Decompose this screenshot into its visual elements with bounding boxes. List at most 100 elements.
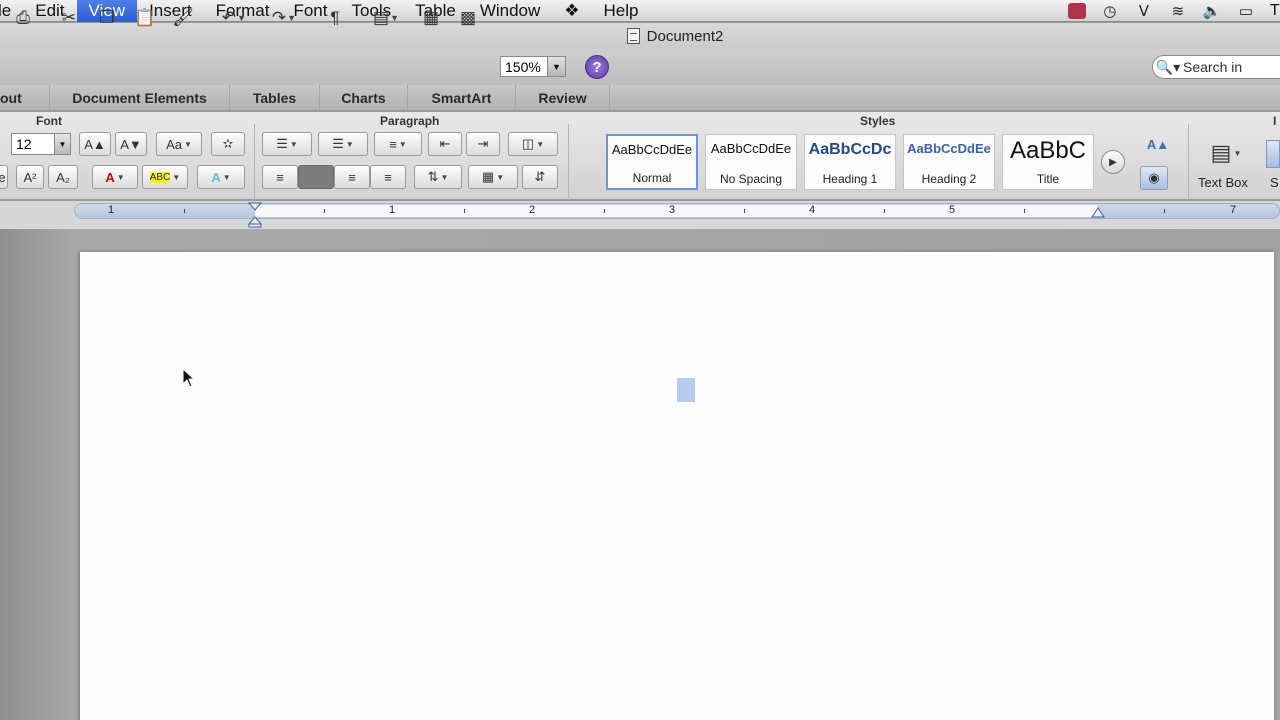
subscript-icon[interactable]: A₂	[48, 165, 78, 189]
numbering-icon[interactable]: ☰ ▼	[318, 132, 368, 156]
menu-clock[interactable]: Tu	[1270, 2, 1280, 20]
text-selection	[677, 378, 695, 402]
align-center-icon[interactable]	[298, 165, 334, 189]
style-heading-2[interactable]: AaBbCcDdEe Heading 2	[903, 134, 995, 190]
superscript-icon[interactable]: A²	[16, 165, 44, 189]
tab-review[interactable]: Review	[516, 85, 610, 110]
tab-tables[interactable]: Tables	[230, 85, 320, 110]
text-box-label[interactable]: Text Box	[1198, 175, 1248, 190]
paragraph-group-label: Paragraph	[380, 114, 440, 128]
ruler-number: 1	[108, 204, 115, 216]
ribbon-divider	[254, 124, 255, 200]
line-spacing-icon[interactable]: ⇅ ▼	[414, 165, 462, 189]
columns-icon[interactable]: ◫ ▼	[508, 132, 558, 156]
style-sample: AaBbCcDdEe	[710, 141, 792, 156]
status-menus: ◷ ᐯ ≋ 🔈 ▭ Tu	[1067, 2, 1280, 20]
text-direction-icon[interactable]: ⇵	[522, 165, 558, 189]
ruler-number: 3	[669, 204, 676, 216]
wifi-icon[interactable]: ≋	[1168, 3, 1188, 20]
toolbox-icon[interactable]: ▩	[455, 6, 481, 30]
multilevel-list-icon[interactable]: ≡ ▼	[374, 132, 422, 156]
ruler-number: 2	[529, 204, 536, 216]
search-icon[interactable]: 🔍▾	[1153, 59, 1183, 76]
search-input[interactable]: 🔍▾ Search in	[1152, 55, 1280, 79]
paste-icon[interactable]: 📋	[132, 6, 158, 30]
tab-smartart[interactable]: SmartArt	[408, 85, 516, 110]
style-name: Heading 1	[822, 172, 878, 186]
text-effects-icon[interactable]: A ▼	[197, 165, 245, 189]
style-no-spacing[interactable]: AaBbCcDdEe No Spacing	[705, 134, 797, 190]
manage-styles-icon[interactable]: A▲	[1138, 132, 1178, 156]
ruler-tick	[604, 209, 605, 213]
zoom-value: 150%	[505, 58, 541, 75]
view-icon[interactable]: ▤ ▼	[366, 6, 406, 30]
style-set-icon[interactable]: ◉	[1140, 166, 1168, 190]
align-right-icon[interactable]: ≡	[334, 165, 370, 189]
ruler-tick	[744, 209, 745, 213]
chevron-down-icon[interactable]: ▼	[54, 134, 70, 154]
highlight-icon[interactable]: ABC ▼	[142, 165, 188, 189]
tab-document-elements[interactable]: Document Elements	[50, 85, 230, 110]
ribbon-divider	[568, 124, 569, 200]
bullets-icon[interactable]: ☰ ▼	[262, 132, 312, 156]
bluetooth-icon[interactable]: ᐯ	[1134, 3, 1154, 20]
ruler-number: 4	[809, 204, 816, 216]
style-name: Normal	[632, 171, 672, 185]
borders-icon[interactable]: ▦ ▼	[468, 165, 518, 189]
zoom-select[interactable]: 150% ▼	[500, 56, 566, 77]
format-painter-icon[interactable]: 🖌	[170, 6, 196, 30]
font-color-icon[interactable]: A ▼	[92, 165, 138, 189]
decrease-indent-icon[interactable]: ⇤	[428, 132, 462, 156]
ribbon-tabs: out Document Elements Tables Charts Smar…	[0, 85, 1280, 111]
redo-icon[interactable]: ↷ ▼	[264, 6, 304, 30]
shape-label[interactable]: S	[1270, 175, 1279, 190]
menu-help[interactable]: Help	[592, 0, 651, 22]
document-page[interactable]	[80, 252, 1274, 720]
copy-icon[interactable]: ❐	[94, 6, 120, 30]
font-size-select[interactable]: 12 ▼	[11, 133, 71, 155]
search-placeholder: Search in	[1183, 59, 1243, 75]
chevron-down-icon[interactable]: ▼	[547, 57, 565, 76]
change-case-button[interactable]: Aa ▼	[156, 132, 202, 156]
volume-icon[interactable]: 🔈	[1202, 3, 1222, 20]
align-left-icon[interactable]: ≡	[262, 165, 298, 189]
battery-icon[interactable]: ▭	[1236, 3, 1256, 20]
text-box-icon[interactable]: ▤ ▼	[1198, 138, 1254, 168]
mouse-cursor-icon	[182, 368, 196, 388]
window-title: Document2	[646, 27, 724, 45]
style-name: No Spacing	[719, 172, 783, 186]
style-heading-1[interactable]: AaBbCcDc Heading 1	[804, 134, 896, 190]
style-sample: AaBbCcDdEe	[611, 142, 693, 157]
insert-group-label: I	[1273, 114, 1277, 128]
increase-indent-icon[interactable]: ⇥	[466, 132, 500, 156]
app-status-icon[interactable]	[1067, 2, 1086, 19]
justify-icon[interactable]: ≡	[370, 165, 406, 189]
ruler-tick	[884, 209, 885, 213]
style-name: Heading 2	[921, 172, 977, 186]
clear-formatting-icon[interactable]: ✫	[211, 132, 245, 156]
style-sample: AaBbC	[1009, 137, 1087, 164]
font-size-value: 12	[16, 136, 32, 152]
script-menu-icon[interactable]: ❖	[552, 0, 591, 22]
time-machine-icon[interactable]: ◷	[1100, 3, 1120, 20]
sidebar-icon[interactable]: ▦	[418, 6, 444, 30]
tab-layout[interactable]: out	[0, 85, 50, 110]
gallery-next-icon[interactable]: ▶	[1101, 150, 1125, 174]
grow-font-button[interactable]: A▲	[79, 132, 111, 156]
style-sample: AaBbCcDc	[808, 141, 892, 158]
style-name: Title	[1036, 172, 1060, 186]
right-indent-marker[interactable]	[1090, 205, 1106, 219]
shape-icon[interactable]	[1266, 140, 1280, 168]
style-normal[interactable]: AaBbCcDdEe Normal	[606, 134, 698, 190]
undo-icon[interactable]: ↶ ▼	[214, 6, 254, 30]
first-line-indent-marker[interactable]	[246, 202, 264, 228]
ruler-tick	[324, 209, 325, 213]
print-icon[interactable]: ⎙	[10, 6, 36, 30]
shrink-font-button[interactable]: A▼	[115, 132, 147, 156]
style-title[interactable]: AaBbC Title	[1002, 134, 1094, 190]
strikethrough-button[interactable]: e	[0, 165, 8, 189]
cut-icon[interactable]: ✂	[56, 6, 82, 30]
show-formatting-icon[interactable]: ¶	[322, 6, 348, 30]
tab-charts[interactable]: Charts	[320, 85, 408, 110]
help-icon[interactable]: ?	[585, 55, 609, 79]
